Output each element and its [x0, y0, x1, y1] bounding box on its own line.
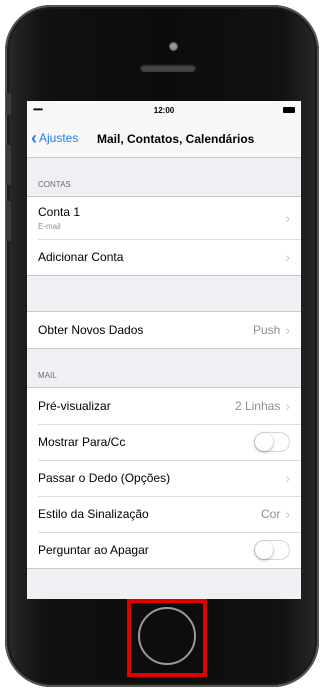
- chevron-left-icon: ‹: [31, 128, 37, 148]
- toggle-knob: [255, 433, 273, 451]
- preview-value: 2 Linhas: [234, 399, 281, 413]
- add-account-label: Adicionar Conta: [38, 250, 124, 264]
- battery-icon: [283, 107, 295, 113]
- chevron-right-icon: ›: [285, 398, 290, 414]
- back-button[interactable]: ‹ Ajustes: [31, 128, 79, 148]
- swipe-options-row[interactable]: Passar o Dedo (Opções) ›: [27, 460, 301, 496]
- mute-switch: [6, 93, 11, 115]
- back-label: Ajustes: [39, 131, 79, 145]
- account-name: Conta 1: [38, 205, 81, 219]
- screen: ••••• 12:00 ‹ Ajustes Mail, Contatos, Ca…: [27, 101, 301, 599]
- chevron-right-icon: ›: [285, 249, 290, 265]
- page-title: Mail, Contatos, Calendários: [97, 132, 255, 146]
- navigation-bar: ‹ Ajustes Mail, Contatos, Calendários: [27, 121, 301, 158]
- section-header-contas: CONTAS: [38, 180, 71, 189]
- account-type: E-mail: [38, 222, 61, 231]
- preview-row[interactable]: Pré-visualizar 2 Linhas ›: [27, 388, 301, 424]
- section-header-mail: MAIL: [38, 371, 57, 380]
- toggle-knob: [255, 541, 273, 559]
- mail-group: Pré-visualizar 2 Linhas › Mostrar Para/C…: [27, 387, 301, 569]
- account-row-conta1[interactable]: Conta 1 E-mail ›: [27, 197, 301, 239]
- show-to-cc-label: Mostrar Para/Cc: [38, 435, 126, 449]
- ask-before-delete-row: Perguntar ao Apagar: [27, 532, 301, 568]
- volume-up-button: [6, 145, 11, 185]
- preview-label: Pré-visualizar: [38, 399, 111, 413]
- earpiece-speaker: [140, 64, 196, 72]
- show-to-cc-toggle[interactable]: [254, 432, 290, 452]
- volume-down-button: [6, 201, 11, 241]
- chevron-right-icon: ›: [285, 210, 290, 226]
- add-account-row[interactable]: Adicionar Conta ›: [27, 239, 301, 275]
- fetch-group: Obter Novos Dados Push ›: [27, 311, 301, 349]
- home-button-highlight: [127, 599, 207, 677]
- ask-before-delete-toggle[interactable]: [254, 540, 290, 560]
- status-time: 12:00: [153, 106, 175, 115]
- ask-before-delete-label: Perguntar ao Apagar: [38, 543, 149, 557]
- fetch-new-data-row[interactable]: Obter Novos Dados Push ›: [27, 312, 301, 348]
- swipe-options-label: Passar o Dedo (Opções): [38, 471, 171, 485]
- fetch-new-data-value: Push: [252, 323, 281, 337]
- status-bar: ••••• 12:00: [27, 101, 301, 121]
- show-to-cc-row: Mostrar Para/Cc: [27, 424, 301, 460]
- flag-style-row[interactable]: Estilo da Sinalização Cor ›: [27, 496, 301, 532]
- chevron-right-icon: ›: [285, 506, 290, 522]
- chevron-right-icon: ›: [285, 470, 290, 486]
- flag-style-value: Cor: [260, 507, 281, 521]
- chevron-right-icon: ›: [285, 322, 290, 338]
- flag-style-label: Estilo da Sinalização: [38, 507, 149, 521]
- accounts-group: Conta 1 E-mail › Adicionar Conta ›: [27, 196, 301, 276]
- fetch-new-data-label: Obter Novos Dados: [38, 323, 144, 337]
- front-camera: [169, 42, 178, 51]
